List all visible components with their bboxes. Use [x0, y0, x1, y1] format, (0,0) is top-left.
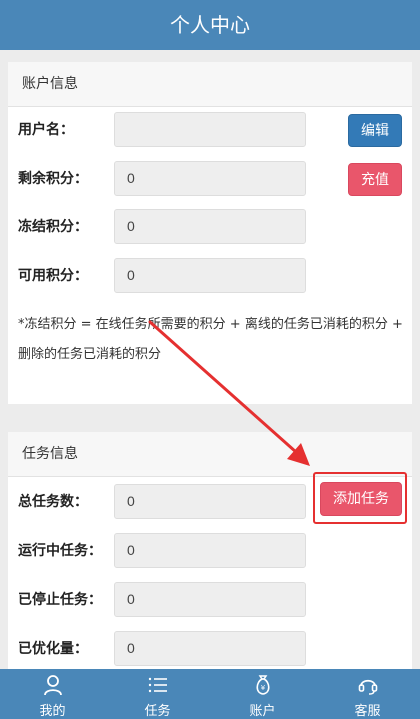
tab-tasks[interactable]: 任务 [105, 669, 210, 719]
tab-tasks-label: 任务 [144, 704, 171, 719]
frozen-points-label: 冻结积分： [18, 219, 88, 235]
bottom-tab-bar: 我的 任务 ¥ 账户 客服 [0, 669, 420, 719]
total-tasks-row: 总任务数： 0 [8, 484, 412, 520]
optimized-field: 0 [114, 631, 306, 666]
username-row: 用户名： 编辑 [8, 112, 412, 148]
money-bag-icon: ¥ [255, 675, 270, 695]
username-field[interactable] [114, 112, 306, 147]
recharge-button[interactable]: 充值 [348, 163, 402, 196]
tasks-section-title: 任务信息 [8, 432, 412, 477]
remaining-points-label: 剩余积分： [18, 171, 88, 187]
available-points-field: 0 [114, 258, 306, 293]
tab-service-label: 客服 [354, 704, 381, 719]
tab-account-label: 账户 [249, 704, 276, 719]
headset-icon [358, 679, 377, 695]
page-title: 个人中心 [0, 0, 420, 50]
tab-mine[interactable]: 我的 [0, 669, 105, 719]
running-tasks-field: 0 [114, 533, 306, 568]
running-tasks-row: 运行中任务： 0 [8, 533, 412, 569]
tasks-panel: 任务信息 添加任务 总任务数： 0 运行中任务： 0 已停止任务： 0 已优化量… [8, 432, 412, 672]
username-label: 用户名： [18, 122, 74, 138]
account-panel: 账户信息 用户名： 编辑 剩余积分： 0 充值 冻结积分： 0 可用积分： 0 … [8, 62, 412, 404]
tab-service[interactable]: 客服 [315, 669, 420, 719]
total-tasks-field: 0 [114, 484, 306, 519]
available-points-label: 可用积分： [18, 268, 88, 284]
frozen-points-field: 0 [114, 209, 306, 244]
available-points-row: 可用积分： 0 [8, 258, 412, 294]
stopped-tasks-field: 0 [114, 582, 306, 617]
edit-button[interactable]: 编辑 [348, 114, 402, 147]
optimized-label: 已优化量： [18, 641, 88, 657]
tab-account[interactable]: ¥ 账户 [210, 669, 315, 719]
list-icon [148, 677, 167, 693]
svg-text:¥: ¥ [260, 684, 265, 692]
frozen-points-row: 冻结积分： 0 [8, 209, 412, 245]
stopped-tasks-label: 已停止任务： [18, 592, 102, 608]
remaining-points-field: 0 [114, 161, 306, 196]
total-tasks-label: 总任务数： [18, 494, 88, 510]
running-tasks-label: 运行中任务： [18, 543, 102, 559]
frozen-points-note: *冻结积分 = 在线任务所需要的积分 + 离线的任务已消耗的积分 + 删除的任务… [18, 317, 403, 362]
stopped-tasks-row: 已停止任务： 0 [8, 582, 412, 618]
user-icon [43, 675, 62, 696]
remaining-points-row: 剩余积分： 0 充值 [8, 161, 412, 197]
account-section-title: 账户信息 [8, 62, 412, 107]
optimized-row: 已优化量： 0 [8, 631, 412, 667]
tab-mine-label: 我的 [39, 704, 66, 719]
